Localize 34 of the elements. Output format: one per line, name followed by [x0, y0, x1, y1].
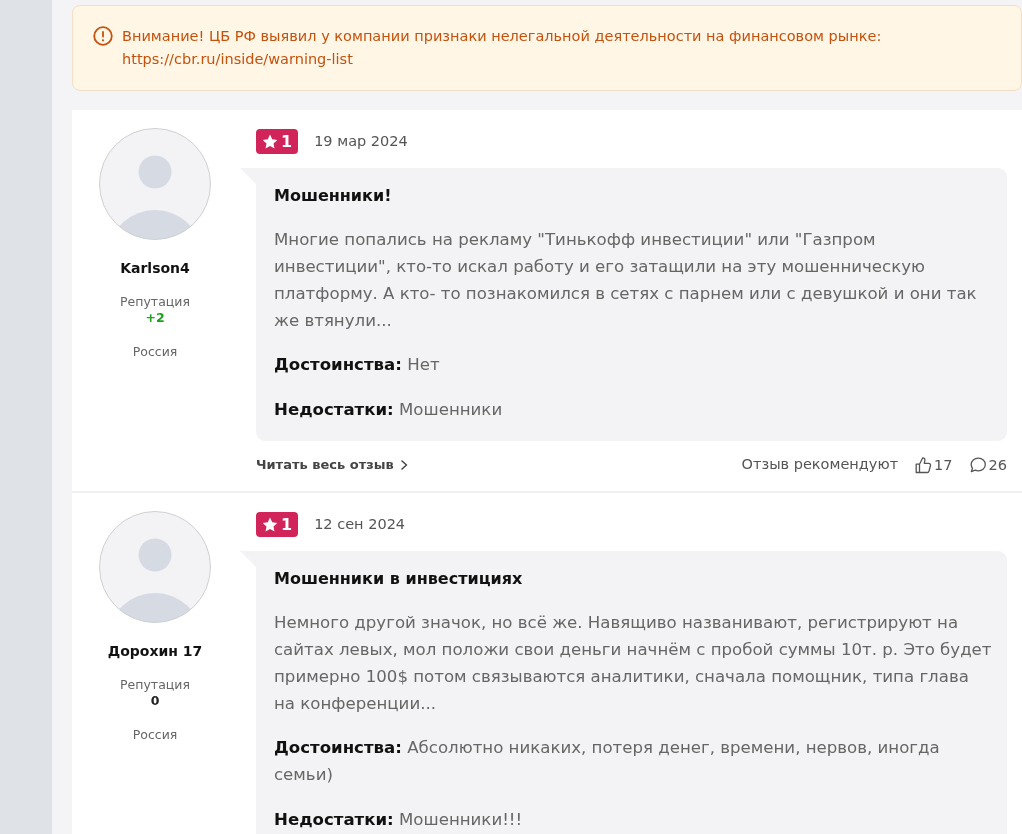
- author-country: Россия: [132, 727, 178, 743]
- like-button[interactable]: 17: [914, 453, 953, 477]
- review-title: Мошенники в инвестициях: [274, 568, 524, 590]
- review-text: Многие попались на рекламу "Тинькофф инвестиции" или "Газпром инвестиции", кто-то искал работу и его затащили на эту мошенническую платформу. А кто- то познакомился в сетях с парнем или с девушкой и они так же втянули...: [274, 229, 978, 332]
- review-date: 12 сен 2024: [314, 514, 406, 534]
- warning-text: Внимание! ЦБ РФ выявил у компании признаки нелегальной деятельности на финансовом рынке:: [122, 27, 882, 46]
- review-text: Немного другой значок, но всё же. Навящиво названивают, регистрируют на сайтах левых, мол положи свои деньги начнём с пробой суммы 10т. р. Это будет примерно 100$ потом связываются аналитики, сначала помощник, типа глава на конференции...: [274, 612, 993, 715]
- warning-list-link[interactable]: https://cbr.ru/inside/warning-list: [122, 51, 353, 67]
- thumbs-up-icon: [914, 456, 933, 474]
- review-pros: Достоинства: Нет: [274, 354, 441, 376]
- reputation-label: Репутация: [120, 294, 190, 310]
- avatar-icon: [99, 128, 211, 240]
- rating-badge: 1: [256, 129, 299, 154]
- warning-icon: [93, 26, 113, 46]
- reputation-label: Репутация: [120, 677, 190, 693]
- review-date: 19 мар 2024: [314, 131, 408, 151]
- comments-button[interactable]: 26: [968, 453, 1007, 477]
- chevron-right-icon: [399, 460, 408, 470]
- review-cons: Недостатки: Мошенники!!!: [274, 809, 524, 831]
- recommend-label: Отзыв рекомендуют: [741, 455, 899, 475]
- author-name[interactable]: Karlson4: [120, 258, 190, 278]
- star-icon: [262, 133, 278, 150]
- reputation-value: 0: [150, 693, 160, 709]
- review-title: Мошенники!: [274, 185, 393, 207]
- review-cons: Недостатки: Мошенники: [274, 399, 504, 421]
- rating-badge: 1: [256, 512, 299, 537]
- star-icon: [262, 516, 278, 533]
- author-country: Россия: [132, 344, 178, 360]
- comment-icon: [968, 456, 987, 474]
- review-pros: Достоинства: Абсолютно никаких, потеря денег, времени, нервов, иногда семьи): [274, 737, 941, 786]
- author-name[interactable]: Дорохин 17: [107, 641, 203, 661]
- avatar-icon: [99, 511, 211, 623]
- reputation-value: +2: [145, 310, 165, 326]
- read-full-review-link[interactable]: Читать весь отзыв: [256, 453, 408, 477]
